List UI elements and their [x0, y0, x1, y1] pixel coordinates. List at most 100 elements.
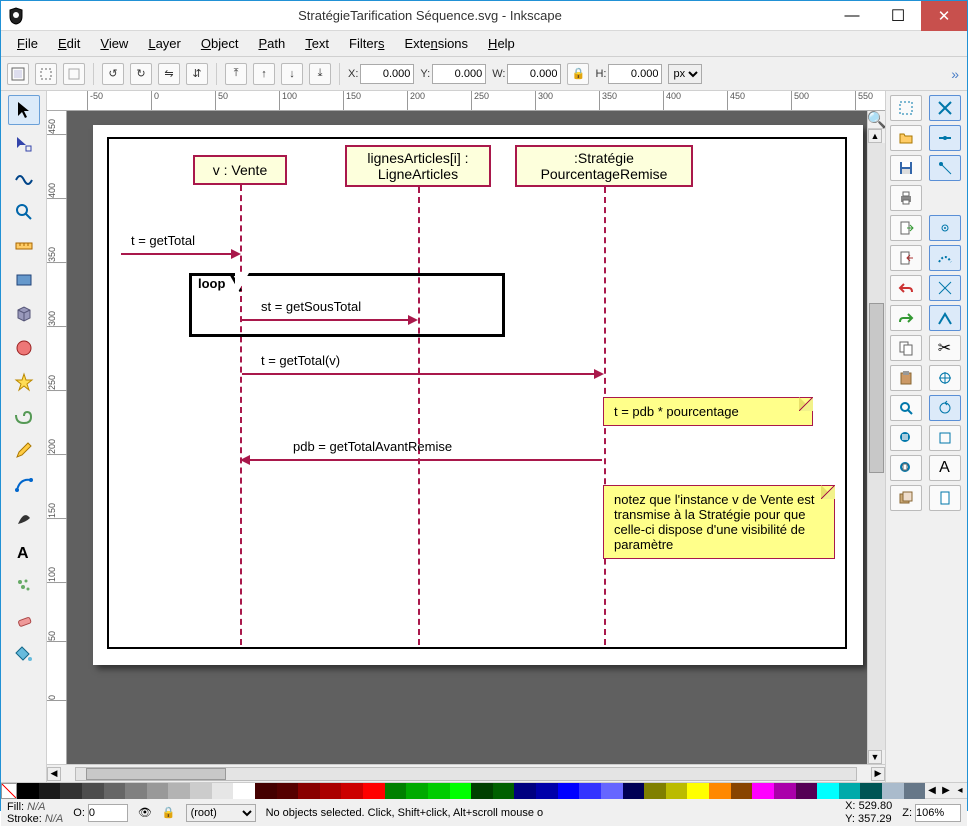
- close-button[interactable]: ✕: [921, 1, 967, 31]
- scroll-left-button[interactable]: ◀: [47, 767, 61, 781]
- palette-swatch[interactable]: [882, 783, 904, 799]
- paste-button[interactable]: [890, 365, 922, 391]
- palette-swatch[interactable]: [558, 783, 580, 799]
- undo-button[interactable]: [890, 275, 922, 301]
- palette-swatch[interactable]: [579, 783, 601, 799]
- minimize-button[interactable]: —: [829, 1, 875, 31]
- node-tool[interactable]: [8, 129, 40, 159]
- unit-select[interactable]: px: [668, 64, 702, 84]
- palette-swatch[interactable]: [666, 783, 688, 799]
- snap-rotation-button[interactable]: [929, 395, 961, 421]
- palette-swatch[interactable]: [731, 783, 753, 799]
- palette-swatch[interactable]: [60, 783, 82, 799]
- palette-swatch[interactable]: [125, 783, 147, 799]
- maximize-button[interactable]: ☐: [875, 1, 921, 31]
- palette-swatch[interactable]: [168, 783, 190, 799]
- tweak-tool[interactable]: [8, 163, 40, 193]
- layer-select[interactable]: (root): [186, 804, 256, 822]
- snap-edge-button[interactable]: [929, 125, 961, 151]
- open-button[interactable]: [890, 125, 922, 151]
- palette-swatch[interactable]: [450, 783, 472, 799]
- snap-text-button[interactable]: A: [929, 455, 961, 481]
- palette-swatch[interactable]: [298, 783, 320, 799]
- palette-left[interactable]: ◀: [925, 783, 939, 798]
- palette-swatch[interactable]: [277, 783, 299, 799]
- menu-extensions[interactable]: Extensions: [396, 34, 476, 53]
- zoom-page-button[interactable]: [890, 455, 922, 481]
- text-tool[interactable]: A: [8, 537, 40, 567]
- palette-swatch[interactable]: [817, 783, 839, 799]
- snap-node-button[interactable]: [929, 215, 961, 241]
- calligraphy-tool[interactable]: [8, 503, 40, 533]
- duplicate-button[interactable]: [890, 485, 922, 511]
- y-input[interactable]: [432, 64, 486, 84]
- snap-bbox-button[interactable]: [890, 95, 922, 121]
- palette-swatch[interactable]: [82, 783, 104, 799]
- palette-swatch[interactable]: [320, 783, 342, 799]
- snap-center-button[interactable]: [929, 365, 961, 391]
- palette-swatch[interactable]: [514, 783, 536, 799]
- palette-swatch[interactable]: [623, 783, 645, 799]
- opacity-input[interactable]: [88, 804, 128, 822]
- copy-button[interactable]: [890, 335, 922, 361]
- zoom-icon[interactable]: 🔍: [868, 111, 885, 129]
- snap-object-button[interactable]: [929, 425, 961, 451]
- save-button[interactable]: [890, 155, 922, 181]
- vscroll-thumb[interactable]: [869, 303, 884, 473]
- palette-swatch[interactable]: [752, 783, 774, 799]
- snap-cusp-button[interactable]: [929, 305, 961, 331]
- palette-swatch[interactable]: [104, 783, 126, 799]
- snap-corner-button[interactable]: [929, 155, 961, 181]
- raise-top-button[interactable]: ⤒: [225, 63, 247, 85]
- ellipse-tool[interactable]: [8, 333, 40, 363]
- palette-swatch[interactable]: [385, 783, 407, 799]
- snap-enable-button[interactable]: [929, 95, 961, 121]
- palette-swatch[interactable]: [233, 783, 255, 799]
- palette-swatch[interactable]: [39, 783, 61, 799]
- palette-swatch[interactable]: [255, 783, 277, 799]
- menu-help[interactable]: Help: [480, 34, 523, 53]
- box3d-tool[interactable]: [8, 299, 40, 329]
- palette-swatch[interactable]: [406, 783, 428, 799]
- vertical-ruler[interactable]: 450400350300250200150100500: [47, 111, 67, 764]
- layer-visibility-icon[interactable]: 👁: [138, 806, 152, 819]
- pencil-tool[interactable]: [8, 435, 40, 465]
- palette-right[interactable]: ▶: [939, 783, 953, 798]
- snap-path-button[interactable]: [929, 245, 961, 271]
- menu-object[interactable]: Object: [193, 34, 247, 53]
- flip-h-button[interactable]: ⇋: [158, 63, 180, 85]
- canvas[interactable]: v : Vente lignesArticles[i] : LigneArtic…: [67, 111, 867, 764]
- snap-page-button[interactable]: [929, 485, 961, 511]
- palette-swatch[interactable]: [644, 783, 666, 799]
- palette-swatch[interactable]: [904, 783, 926, 799]
- spiral-tool[interactable]: [8, 401, 40, 431]
- palette-swatch[interactable]: [341, 783, 363, 799]
- color-palette[interactable]: ◀ ▶ ◂: [1, 782, 967, 798]
- palette-swatch[interactable]: [687, 783, 709, 799]
- palette-swatch[interactable]: [363, 783, 385, 799]
- cut-button[interactable]: ✂: [929, 335, 961, 361]
- spray-tool[interactable]: [8, 571, 40, 601]
- palette-swatch[interactable]: [601, 783, 623, 799]
- scroll-right-button[interactable]: ▶: [871, 767, 885, 781]
- zoom-fit-button[interactable]: [890, 395, 922, 421]
- palette-swatch[interactable]: [471, 783, 493, 799]
- vertical-scrollbar[interactable]: 🔍 ▲ ▼: [867, 111, 885, 764]
- flip-v-button[interactable]: ⇵: [186, 63, 208, 85]
- star-tool[interactable]: [8, 367, 40, 397]
- lower-button[interactable]: ↓: [281, 63, 303, 85]
- rect-tool[interactable]: [8, 265, 40, 295]
- scroll-up-button[interactable]: ▲: [868, 129, 882, 143]
- export-button[interactable]: [890, 245, 922, 271]
- horizontal-scrollbar[interactable]: ◀ ▶: [47, 764, 885, 782]
- toolbar-overflow-icon[interactable]: »: [951, 66, 961, 82]
- select-all-button[interactable]: [35, 63, 57, 85]
- palette-swatch[interactable]: [536, 783, 558, 799]
- rotate-cw-button[interactable]: ↻: [130, 63, 152, 85]
- menu-edit[interactable]: Edit: [50, 34, 88, 53]
- horizontal-ruler[interactable]: -50050100150200250300350400450500550: [47, 91, 885, 111]
- menu-text[interactable]: Text: [297, 34, 337, 53]
- palette-swatch[interactable]: [796, 783, 818, 799]
- import-button[interactable]: [890, 215, 922, 241]
- palette-swatch[interactable]: [190, 783, 212, 799]
